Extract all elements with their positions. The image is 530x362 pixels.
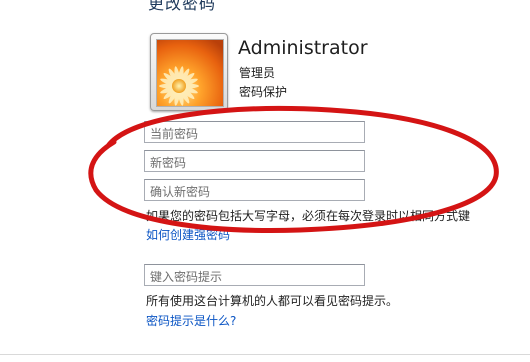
- password-hint-field[interactable]: 键入密码提示: [144, 264, 365, 286]
- account-name: Administrator: [238, 37, 368, 59]
- what-is-password-hint-link[interactable]: 密码提示是什么?: [146, 312, 236, 329]
- confirm-password-field[interactable]: 确认新密码: [144, 179, 365, 201]
- bottom-divider: [0, 354, 530, 355]
- account-status: 密码保护: [239, 85, 288, 99]
- hint-visibility-note: 所有使用这台计算机的人都可以看见密码提示。: [146, 294, 399, 308]
- current-password-placeholder: 当前密码: [150, 127, 199, 141]
- new-password-field[interactable]: 新密码: [144, 150, 365, 172]
- password-hint-placeholder: 键入密码提示: [150, 270, 223, 284]
- flower-icon: [156, 39, 224, 107]
- page-title: 更改密码: [148, 0, 217, 13]
- confirm-password-placeholder: 确认新密码: [150, 185, 211, 199]
- caps-lock-note: 如果您的密码包括大写字母，必须在每次登录时以相同方式键: [146, 209, 471, 223]
- current-password-field[interactable]: 当前密码: [144, 121, 365, 143]
- new-password-placeholder: 新密码: [150, 156, 187, 170]
- user-avatar: [150, 33, 228, 111]
- account-role: 管理员: [239, 66, 276, 80]
- create-strong-password-link[interactable]: 如何创建强密码: [146, 226, 230, 243]
